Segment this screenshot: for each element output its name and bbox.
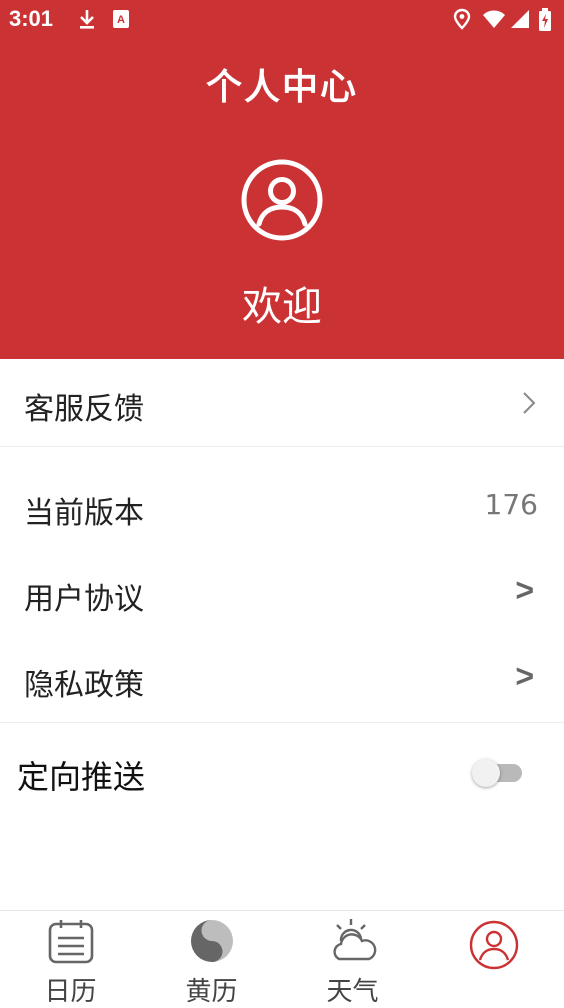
push-toggle[interactable]: [472, 759, 524, 787]
tab-weather[interactable]: 天气: [282, 911, 423, 1007]
bottom-tab-bar: 日历 黄历 天气: [0, 910, 564, 1007]
signal-icon: [511, 10, 529, 28]
page-title: 个人中心: [205, 67, 358, 108]
weather-icon: [333, 919, 377, 961]
agreement-label: 用户协议: [24, 582, 144, 617]
privacy-label: 隐私政策: [24, 668, 144, 703]
wifi-icon: [483, 10, 505, 28]
version-value: 176: [484, 488, 538, 521]
divider: [0, 722, 564, 723]
tab-calendar[interactable]: 日历: [0, 911, 141, 1007]
privacy-row[interactable]: 隐私政策 >: [0, 636, 564, 722]
feedback-label: 客服反馈: [24, 392, 144, 427]
tab-profile[interactable]: [423, 911, 564, 1005]
agreement-row[interactable]: 用户协议 >: [0, 550, 564, 636]
privacy-arrow: >: [515, 658, 534, 694]
version-label: 当前版本: [24, 496, 144, 531]
status-time: 3:01: [9, 6, 54, 31]
status-bar: 3:01 A: [0, 0, 564, 40]
divider: [0, 446, 564, 447]
user-icon: [469, 920, 519, 970]
download-icon: [80, 10, 94, 29]
location-icon: [453, 8, 471, 30]
battery-icon: [539, 8, 551, 31]
profile-header: 3:01 A 个人中心 欢迎: [0, 0, 564, 359]
chevron-right-icon: [523, 392, 536, 414]
feedback-row[interactable]: 客服反馈: [0, 360, 564, 446]
user-circle-icon[interactable]: [240, 158, 324, 242]
toggle-knob: [472, 759, 500, 787]
tab-label: 黄历: [185, 977, 238, 1007]
welcome-text: 欢迎: [242, 284, 322, 330]
app-badge-icon: A: [113, 10, 129, 28]
push-label: 定向推送: [17, 758, 146, 796]
tab-almanac[interactable]: 黄历: [141, 911, 282, 1007]
agreement-arrow: >: [515, 572, 534, 608]
tab-label: 日历: [44, 977, 97, 1007]
calendar-icon: [48, 920, 94, 964]
svg-text:A: A: [117, 14, 125, 26]
tab-label: 天气: [326, 977, 379, 1007]
version-row: 当前版本 176: [0, 464, 564, 550]
yin-yang-icon: [191, 920, 233, 962]
